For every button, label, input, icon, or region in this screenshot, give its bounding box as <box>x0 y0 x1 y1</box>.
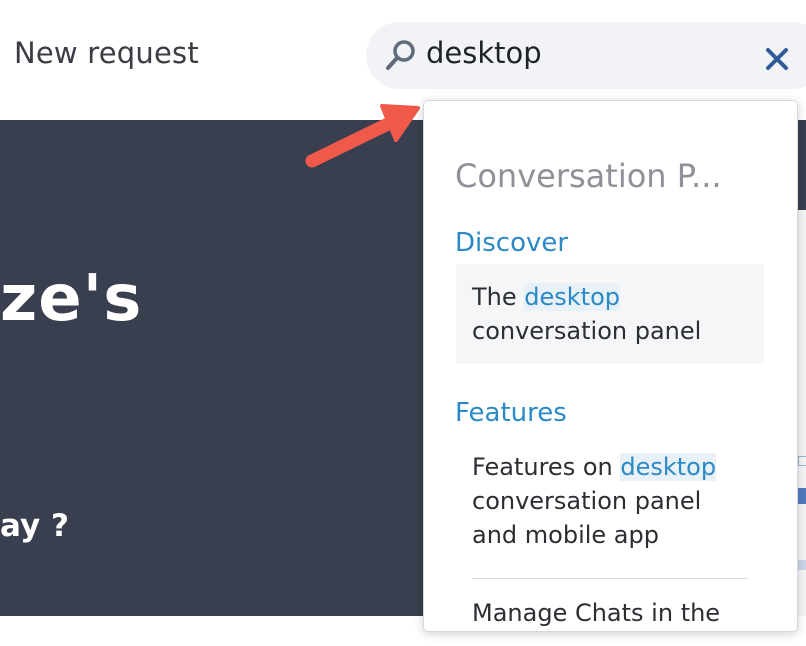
result-item[interactable]: Features on desktop conversation panel a… <box>456 434 764 568</box>
search-input[interactable]: desktop <box>426 36 542 70</box>
result-text: conversation panel and mobile app <box>472 487 702 549</box>
result-item[interactable]: The desktop conversation panel <box>456 264 764 364</box>
result-text: conversation panel <box>472 317 702 345</box>
result-text: The <box>472 283 525 311</box>
result-text: Features on <box>472 453 621 481</box>
results-group-features: Features <box>455 398 567 428</box>
annotation-arrow <box>305 104 420 168</box>
background-block <box>798 560 806 570</box>
results-section-title: Conversation P... <box>455 157 722 195</box>
result-item[interactable]: Manage Chats in the <box>456 580 764 646</box>
hero-title: ze's <box>0 262 143 336</box>
close-icon[interactable] <box>764 46 790 72</box>
background-checkbox <box>798 456 806 466</box>
hero-subtitle: ay ? <box>0 508 69 544</box>
search-icon <box>386 40 415 70</box>
result-highlight: desktop <box>620 453 717 481</box>
result-divider <box>472 578 748 579</box>
results-group-discover: Discover <box>455 228 569 258</box>
new-request-link[interactable]: New request <box>14 36 199 70</box>
background-block <box>798 488 806 504</box>
result-highlight: desktop <box>524 283 620 311</box>
result-text: Manage Chats in the <box>472 599 721 627</box>
